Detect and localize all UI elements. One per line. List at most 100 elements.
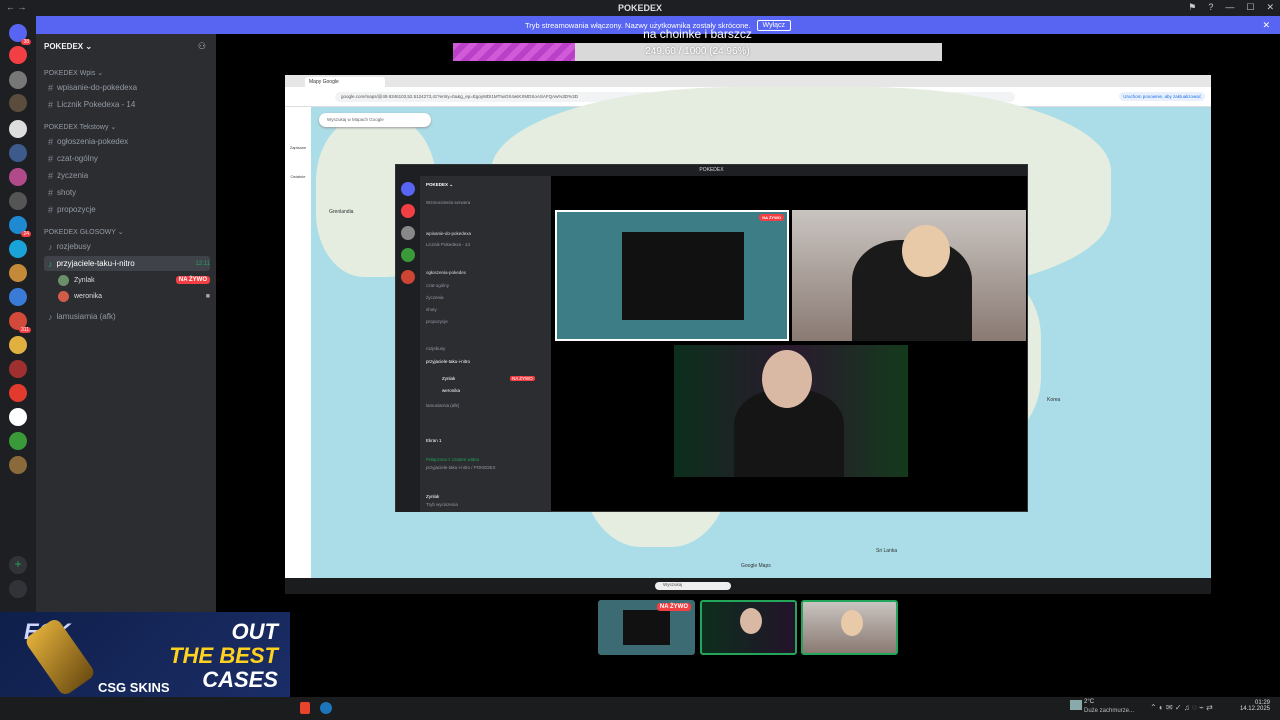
server-icon[interactable] [9,384,27,402]
voice-user[interactable]: Zynlak NA ŻYWO [58,273,210,287]
server-icon[interactable]: 24 [9,216,31,237]
minimize-button[interactable]: — [1225,2,1234,13]
help-icon[interactable]: ? [1208,2,1213,13]
live-badge: NA ŻYWO [759,214,784,221]
maximize-button[interactable]: ☐ [1246,2,1254,13]
call-timer: 12:11 [195,260,210,267]
camera-icon: ■ [205,292,210,300]
inner-channel: shoty [426,307,437,312]
taskbar-search: Wyszukaj [655,582,731,590]
server-icon[interactable] [9,144,27,162]
banner-close-icon[interactable]: ✕ [1262,20,1270,31]
add-server-icon[interactable]: + [9,556,27,574]
face [841,610,863,636]
server-icon[interactable] [9,192,27,210]
server-icon[interactable]: 311 [9,312,31,333]
inner-channel: propozycje [426,319,448,324]
map-label: Korea [1047,397,1061,403]
direct-messages-icon[interactable]: 38 [9,24,31,45]
server-icon[interactable] [9,336,27,354]
windows-taskbar: 2°C Duże zachmurze... ⌃ ◐ ✉ ✓ ♫ ◌ ⌁ ⇄ 01… [0,697,1280,720]
server-icon[interactable] [9,168,27,186]
camera-tile-weronika[interactable] [792,210,1026,341]
text-channel-icon: # [48,170,54,181]
server-list: 38 24 311 + [0,16,36,616]
window-title: POKEDEX [617,3,662,13]
participant-tile-stream[interactable]: NA ŻYWO [598,600,695,655]
voice-channel-active[interactable]: ♪ przyjaciele-taku-i-nitro 12:11 [44,256,210,271]
csgoskins-ad[interactable]: ECK OUT THE BEST CASES CSG SKINS [0,612,290,697]
voice-channel-item[interactable]: ♪ lamusiarnia (afk) [44,309,210,324]
text-channel-icon: # [48,204,54,215]
add-member-icon[interactable]: ⚇ [198,41,206,52]
update-button[interactable]: Uruchom ponownie, aby zaktualizować [1119,92,1205,101]
channel-item[interactable]: # shoty [44,185,210,200]
server-icon [401,270,415,284]
steam-icon[interactable] [320,702,332,714]
participant-tile-zynlak[interactable] [700,600,797,655]
server-icon[interactable] [9,94,27,112]
inner-me-status: Tryb wyciszenia [426,502,458,507]
clock-date: 14.12.2025 [1239,706,1270,712]
inner-title: POKEDEX [396,165,1027,176]
app-titlebar: ← → POKEDEX ⚑ ? — ☐ ✕ [0,0,1280,16]
maps-search-input[interactable]: Wyszukaj w Mapach Google [319,113,431,127]
brave-icon[interactable] [300,702,310,714]
category-header[interactable]: POKEDEX Tekstowy ⌄ [44,123,116,131]
server-icon[interactable] [9,432,27,450]
server-icon[interactable] [9,408,27,426]
channel-item[interactable]: # Licznik Pokedexa - 14 [44,97,210,112]
inner-server-list [396,176,420,512]
server-icon[interactable] [9,120,27,138]
browser-tab[interactable]: Mapy Google [305,77,385,87]
rail-saved[interactable]: Zapisane [285,145,311,150]
inner-channel-sidebar: POKEDEX ⌄ Wzmocnienia serwera wpisanie-d… [420,176,551,512]
server-icon [401,182,415,196]
goal-caption: na choinke i barszcz [643,27,752,41]
voice-user[interactable]: weronika ■ [58,289,210,303]
category-header[interactable]: POKEDEX Wpis ⌄ [44,69,103,77]
map-label: Grenlandia [329,209,354,215]
participant-tile-weronika[interactable] [801,600,898,655]
inner-channel: rozjebusy [426,346,446,351]
server-icon[interactable] [9,456,27,474]
inner-boosts: Wzmocnienia serwera [426,200,471,205]
channel-item[interactable]: # wpisanie-do-pokedexa [44,80,210,95]
server-icon[interactable] [9,288,27,306]
inner-user: Zynlak [442,376,456,381]
text-channel-icon: # [48,99,54,110]
weather-desc: Duże zachmurze... [1084,708,1135,714]
server-icon[interactable] [9,264,27,282]
channel-item[interactable]: # ogłoszenia-pokedex [44,134,210,149]
category-header[interactable]: POKEDEX GŁOSOWY ⌄ [44,228,124,236]
close-button[interactable]: ✕ [1266,2,1274,13]
server-name[interactable]: POKEDEX ⌄ [44,42,92,51]
explore-icon[interactable] [9,580,27,598]
server-icon[interactable] [9,360,27,378]
text-channel-icon: # [48,187,54,198]
live-badge: NA ŻYWO [656,603,691,611]
rail-recent[interactable]: Ostatnie [285,174,311,179]
server-icon[interactable] [9,46,27,64]
text-channel-icon: # [48,153,54,164]
channel-item[interactable]: # czat-ogólny [44,151,210,166]
voice-channel-item[interactable]: ♪ rozjebusy [44,239,210,254]
server-icon[interactable] [9,71,27,89]
donation-goal-bar: 249.60 / 1000 (24.96%) [453,43,942,61]
channel-item[interactable]: # propozycje [44,202,210,217]
tray-icons[interactable]: ⌃ ◐ ✉ ✓ ♫ ◌ ⌁ ⇄ [1150,703,1213,712]
maps-rail: Zapisane Ostatnie [285,107,311,578]
inbox-icon[interactable]: ⚑ [1188,2,1196,13]
weather-icon [1070,700,1082,710]
inner-server-name: POKEDEX ⌄ [426,182,454,187]
stream-tile[interactable]: NA ŻYWO [555,210,789,341]
text-channel-icon: # [48,136,54,147]
face [902,225,950,277]
inner-connected-sub: przyjaciele-taku-i-nitro / POKEDEX [426,465,496,470]
server-icon[interactable] [9,240,27,258]
camera-tile-zynlak[interactable] [674,345,908,477]
server-icon [401,248,415,262]
channel-item[interactable]: # życzenia [44,168,210,183]
face [740,608,762,634]
inner-connected: Połączono z czatem wideo [426,457,480,462]
